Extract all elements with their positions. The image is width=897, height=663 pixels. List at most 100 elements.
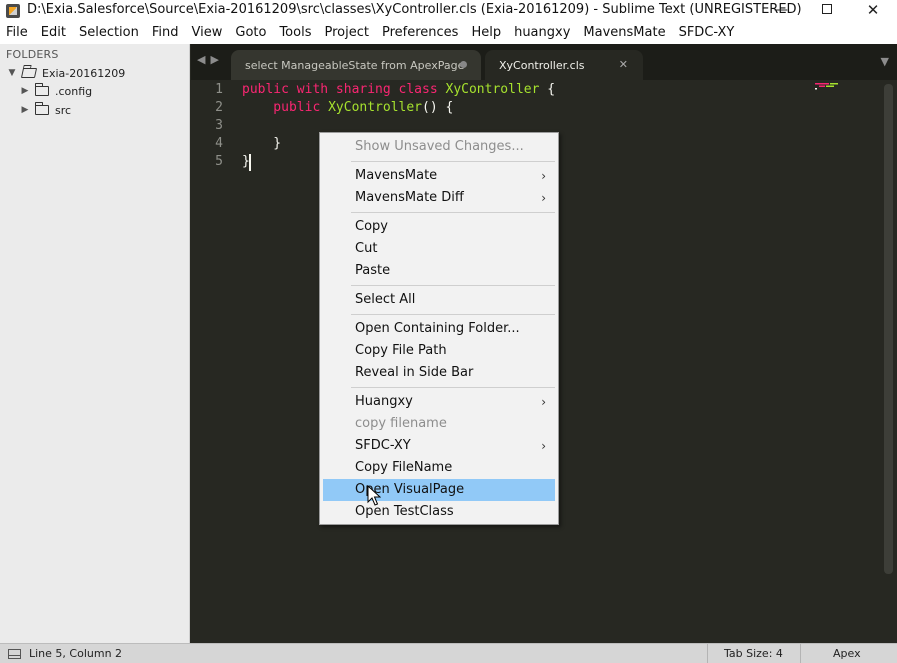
tree-item-config[interactable]: ▶ .config [19, 82, 92, 100]
menu-edit[interactable]: Edit [35, 22, 73, 44]
collapsed-arrow-icon[interactable]: ▶ [19, 105, 31, 115]
folder-icon [35, 102, 49, 115]
context-item-mavensmate-diff[interactable]: MavensMate Diff › [323, 187, 555, 209]
tab-query[interactable]: select ManageableState from ApexPage [231, 50, 481, 80]
status-divider [707, 644, 708, 663]
status-divider [800, 644, 801, 663]
menu-tools[interactable]: Tools [273, 22, 318, 44]
sublime-text-icon [6, 4, 20, 18]
menu-bar: File Edit Selection Find View Goto Tools Projec… [0, 22, 897, 44]
context-item-label: Reveal in Side Bar [355, 365, 474, 380]
code-text: { [539, 82, 556, 97]
menu-find[interactable]: Find [146, 22, 186, 44]
tree-item-label: .config [55, 84, 93, 98]
code-class-name: XyController [328, 100, 423, 115]
context-item-label: Select All [355, 292, 416, 307]
context-item-open-testclass[interactable]: Open TestClass [323, 501, 555, 523]
context-item-label: copy filename [355, 416, 447, 431]
menu-preferences[interactable]: Preferences [376, 22, 465, 44]
context-item-label: MavensMate Diff [355, 190, 464, 205]
submenu-arrow-icon: › [541, 395, 546, 409]
context-item-label: Huangxy [355, 394, 413, 409]
menu-separator [351, 212, 555, 213]
code-line[interactable]: } [242, 136, 281, 151]
code-keyword: public with sharing class [242, 82, 446, 97]
tab-size-selector[interactable]: Tab Size: 4 [724, 647, 783, 660]
maximize-button[interactable] [804, 0, 850, 22]
tab-bar: ◀▶ select ManageableState from ApexPage … [191, 44, 897, 80]
menu-goto[interactable]: Goto [229, 22, 273, 44]
tab-prev-icon[interactable]: ◀ [197, 53, 210, 66]
context-item-copy-filename[interactable]: Copy FileName [323, 457, 555, 479]
menu-separator [351, 161, 555, 162]
context-item-cut[interactable]: Cut [323, 238, 555, 260]
context-item-open-containing-folder[interactable]: Open Containing Folder... [323, 318, 555, 340]
context-item-copy[interactable]: Copy [323, 216, 555, 238]
context-item-sfdc-xy[interactable]: SFDC-XY › [323, 435, 555, 457]
close-button[interactable]: ✕ [850, 0, 896, 22]
tree-item-label: Exia-20161209 [42, 66, 126, 80]
line-number: 5 [215, 154, 223, 169]
minimap[interactable] [815, 82, 853, 90]
line-number: 2 [215, 100, 223, 115]
syntax-selector[interactable]: Apex [833, 647, 861, 660]
cursor-position: Line 5, Column 2 [29, 647, 123, 660]
context-item-copy-filename: copy filename [323, 413, 555, 435]
submenu-arrow-icon: › [541, 169, 546, 183]
menu-selection[interactable]: Selection [73, 22, 146, 44]
title-bar: D:\Exia.Salesforce\Source\Exia-20161209\… [0, 0, 897, 22]
panel-toggle-icon[interactable] [8, 649, 21, 659]
line-number: 3 [215, 118, 223, 133]
minimize-icon: — [774, 2, 788, 18]
menu-huangxy[interactable]: huangxy [508, 22, 577, 44]
tab-label: XyController.cls [499, 58, 585, 72]
menu-separator [351, 314, 555, 315]
context-item-label: Copy FileName [355, 460, 453, 475]
tree-item-label: src [55, 103, 72, 117]
context-item-label: SFDC-XY [355, 438, 411, 453]
context-item-paste[interactable]: Paste [323, 260, 555, 282]
tab-next-icon[interactable]: ▶ [210, 53, 223, 66]
expanded-arrow-icon[interactable]: ▼ [6, 68, 18, 78]
tree-item-src[interactable]: ▶ src [19, 101, 71, 119]
mouse-pointer-icon [367, 485, 381, 506]
tree-item-root[interactable]: ▼ Exia-20161209 [6, 64, 126, 82]
window-title: D:\Exia.Salesforce\Source\Exia-20161209\… [27, 2, 802, 17]
text-cursor [249, 154, 251, 171]
context-item-huangxy[interactable]: Huangxy › [323, 391, 555, 413]
menu-sfdc-xy[interactable]: SFDC-XY [673, 22, 742, 44]
tab-label: select ManageableState from ApexPage [245, 58, 465, 72]
menu-help[interactable]: Help [465, 22, 508, 44]
context-item-select-all[interactable]: Select All [323, 289, 555, 311]
tab-list-dropdown-icon[interactable]: ▼ [881, 55, 889, 68]
folder-open-icon [20, 68, 38, 78]
tab-xycontroller[interactable]: XyController.cls ✕ [485, 50, 643, 80]
context-item-copy-file-path[interactable]: Copy File Path [323, 340, 555, 362]
vertical-scrollbar[interactable] [884, 84, 893, 574]
status-bar: Line 5, Column 2 Tab Size: 4 Apex [0, 643, 897, 663]
context-item-label: Open Containing Folder... [355, 321, 520, 336]
line-number: 4 [215, 136, 223, 151]
tab-close-icon[interactable]: ✕ [619, 58, 628, 71]
line-number: 1 [215, 82, 223, 97]
context-item-open-visualpage[interactable]: Open VisualPage [323, 479, 555, 501]
maximize-icon [822, 4, 832, 14]
folders-header: FOLDERS [6, 48, 59, 61]
menu-file[interactable]: File [0, 22, 35, 44]
context-item-label: Copy File Path [355, 343, 447, 358]
code-line[interactable]: public with sharing class XyController { [242, 82, 555, 97]
context-item-mavensmate[interactable]: MavensMate › [323, 165, 555, 187]
close-icon: ✕ [866, 1, 880, 19]
code-keyword: public [242, 100, 329, 115]
context-item-label: Cut [355, 241, 378, 256]
code-text: } [242, 136, 282, 151]
context-item-reveal-in-side-bar[interactable]: Reveal in Side Bar [323, 362, 555, 384]
menu-view[interactable]: View [186, 22, 230, 44]
menu-project[interactable]: Project [318, 22, 375, 44]
collapsed-arrow-icon[interactable]: ▶ [19, 86, 31, 96]
menu-mavensmate[interactable]: MavensMate [577, 22, 672, 44]
code-line[interactable]: public XyController() { [242, 100, 453, 115]
minimize-button[interactable]: — [758, 0, 804, 22]
unsaved-dot-icon[interactable] [460, 61, 467, 68]
tab-nav-arrows[interactable]: ◀▶ [197, 53, 224, 66]
